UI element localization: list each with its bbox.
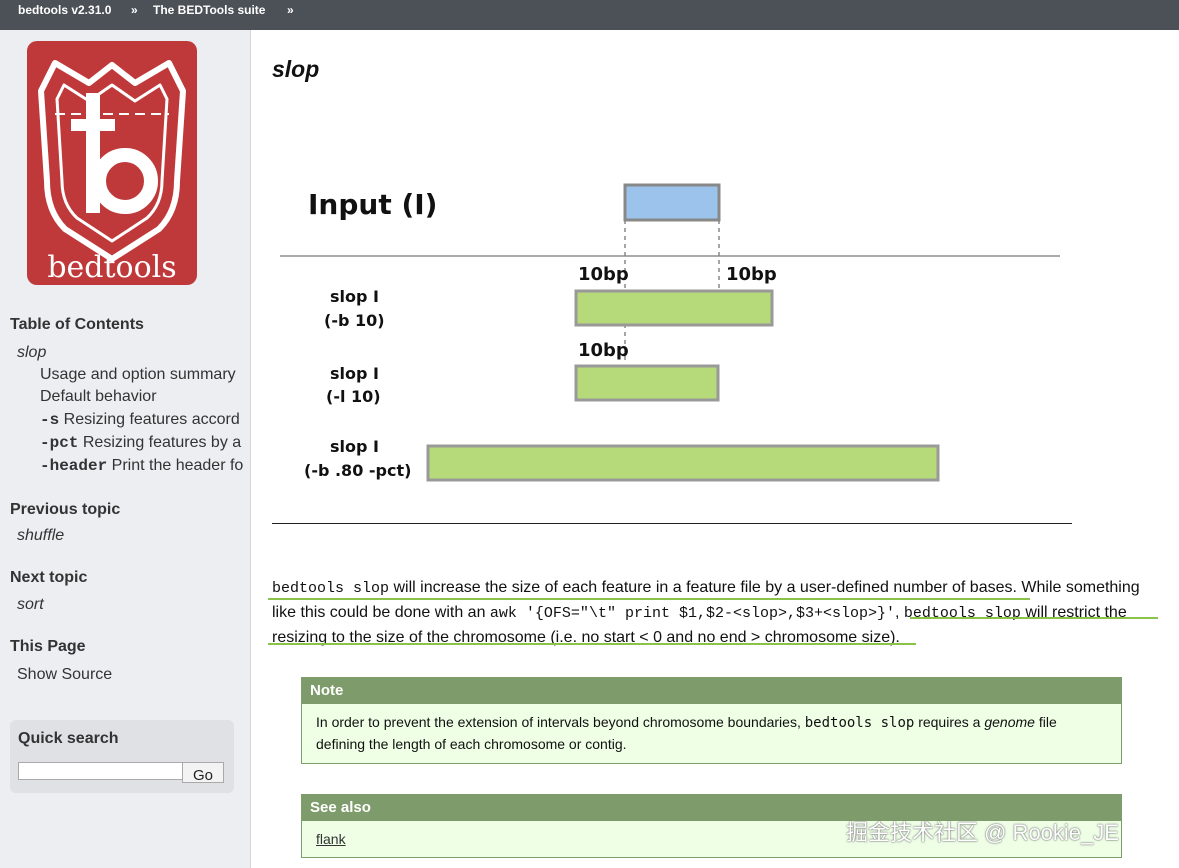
toc-item-code: -header [40,457,108,475]
highlight-underline [268,598,1030,600]
toc-item-default[interactable]: Default behavior [40,388,157,406]
toc-item-label: Resizing features by a [82,434,242,451]
nav-separator: » [287,3,294,17]
note-emphasis: genome [984,714,1035,730]
previous-topic-link[interactable]: shuffle [17,527,64,545]
toc-item-code: -pct [40,434,79,452]
previous-topic-heading: Previous topic [10,501,121,518]
nav-suite-link[interactable]: The BEDTools suite [153,3,265,17]
next-topic-heading: Next topic [10,569,88,586]
top-nav-bar: bedtools v2.31.0 » The BEDTools suite » [0,0,1179,30]
diagram-label-10bp: 10bp [726,264,777,285]
toc-item-label: Default behavior [40,388,157,405]
nav-home-link[interactable]: bedtools v2.31.0 [18,3,111,17]
toc-item-usage[interactable]: Usage and option summary [40,366,236,384]
flank-link[interactable]: flank [316,831,346,847]
diagram-row1-opt: (-b 10) [324,311,385,330]
quick-search-box: Quick search Go [10,720,234,793]
toc-item-label: Resizing features accord [63,411,240,428]
inline-code: bedtools slop [272,580,390,597]
bedtools-logo[interactable]: bedtools [27,41,197,285]
note-text: In order to prevent the extension of int… [316,714,805,730]
diagram-row2-opt: (-l 10) [326,387,381,406]
note-body: In order to prevent the extension of int… [302,704,1121,763]
show-source-link[interactable]: Show Source [17,666,112,684]
toc-item-pct[interactable]: -pct Resizing features by a [40,434,241,452]
this-page-heading: This Page [10,638,86,655]
slop-diagram: Input (I) 10bp 10bp slop I (-b 10) 10bp … [280,183,1060,482]
note-text: requires a [914,714,985,730]
inline-code: bedtools slop [903,605,1021,622]
diagram-row3-opt: (-b .80 -pct) [304,461,411,480]
note-title: Note [302,678,1121,704]
diagram-slop-l10-interval [574,364,720,402]
toc-item-code: -s [40,411,60,429]
diagram-slop-pct-interval [426,444,940,482]
note-box: Note In order to prevent the extension o… [301,677,1122,764]
logo-text: bedtools [47,250,176,285]
diagram-label-10bp: 10bp [578,340,629,361]
toc-link-slop[interactable]: slop [17,344,46,362]
diagram-input-interval [623,183,721,222]
diagram-row3-name: slop I [330,437,379,456]
description-paragraph: bedtools slop will increase the size of … [272,576,1152,650]
description-text: , [895,604,904,621]
diagram-label-10bp: 10bp [578,264,629,285]
quick-search-heading: Quick search [18,730,119,747]
sidebar: bedtools Table of Contents slop Usage an… [0,30,251,868]
nav-separator: » [131,3,138,17]
diagram-slop-b10-interval [574,289,774,327]
toc-item-s[interactable]: -s Resizing features accord [40,411,240,429]
toc-item-label: Print the header fo [111,457,244,474]
diagram-row2-name: slop I [330,364,379,383]
watermark: 掘金技术社区 @ Rookie_JE [846,820,1119,845]
inline-code: bedtools slop [804,715,915,731]
go-button[interactable]: Go [182,762,224,784]
toc-heading: Table of Contents [10,316,144,333]
diagram-row1-name: slop I [330,287,379,306]
section-rule [272,523,1072,524]
highlight-underline [910,617,1158,619]
toc-item-label: Usage and option summary [40,366,236,383]
page-title: slop [272,56,320,82]
highlight-underline [268,643,916,645]
inline-code: awk '{OFS="\t" print $1,$2-<slop>,$3+<sl… [489,605,895,622]
search-input[interactable] [18,762,184,780]
diagram-input-label: Input (I) [308,188,437,221]
next-topic-link[interactable]: sort [17,596,44,614]
toc-item-header[interactable]: -header Print the header fo [40,457,243,475]
